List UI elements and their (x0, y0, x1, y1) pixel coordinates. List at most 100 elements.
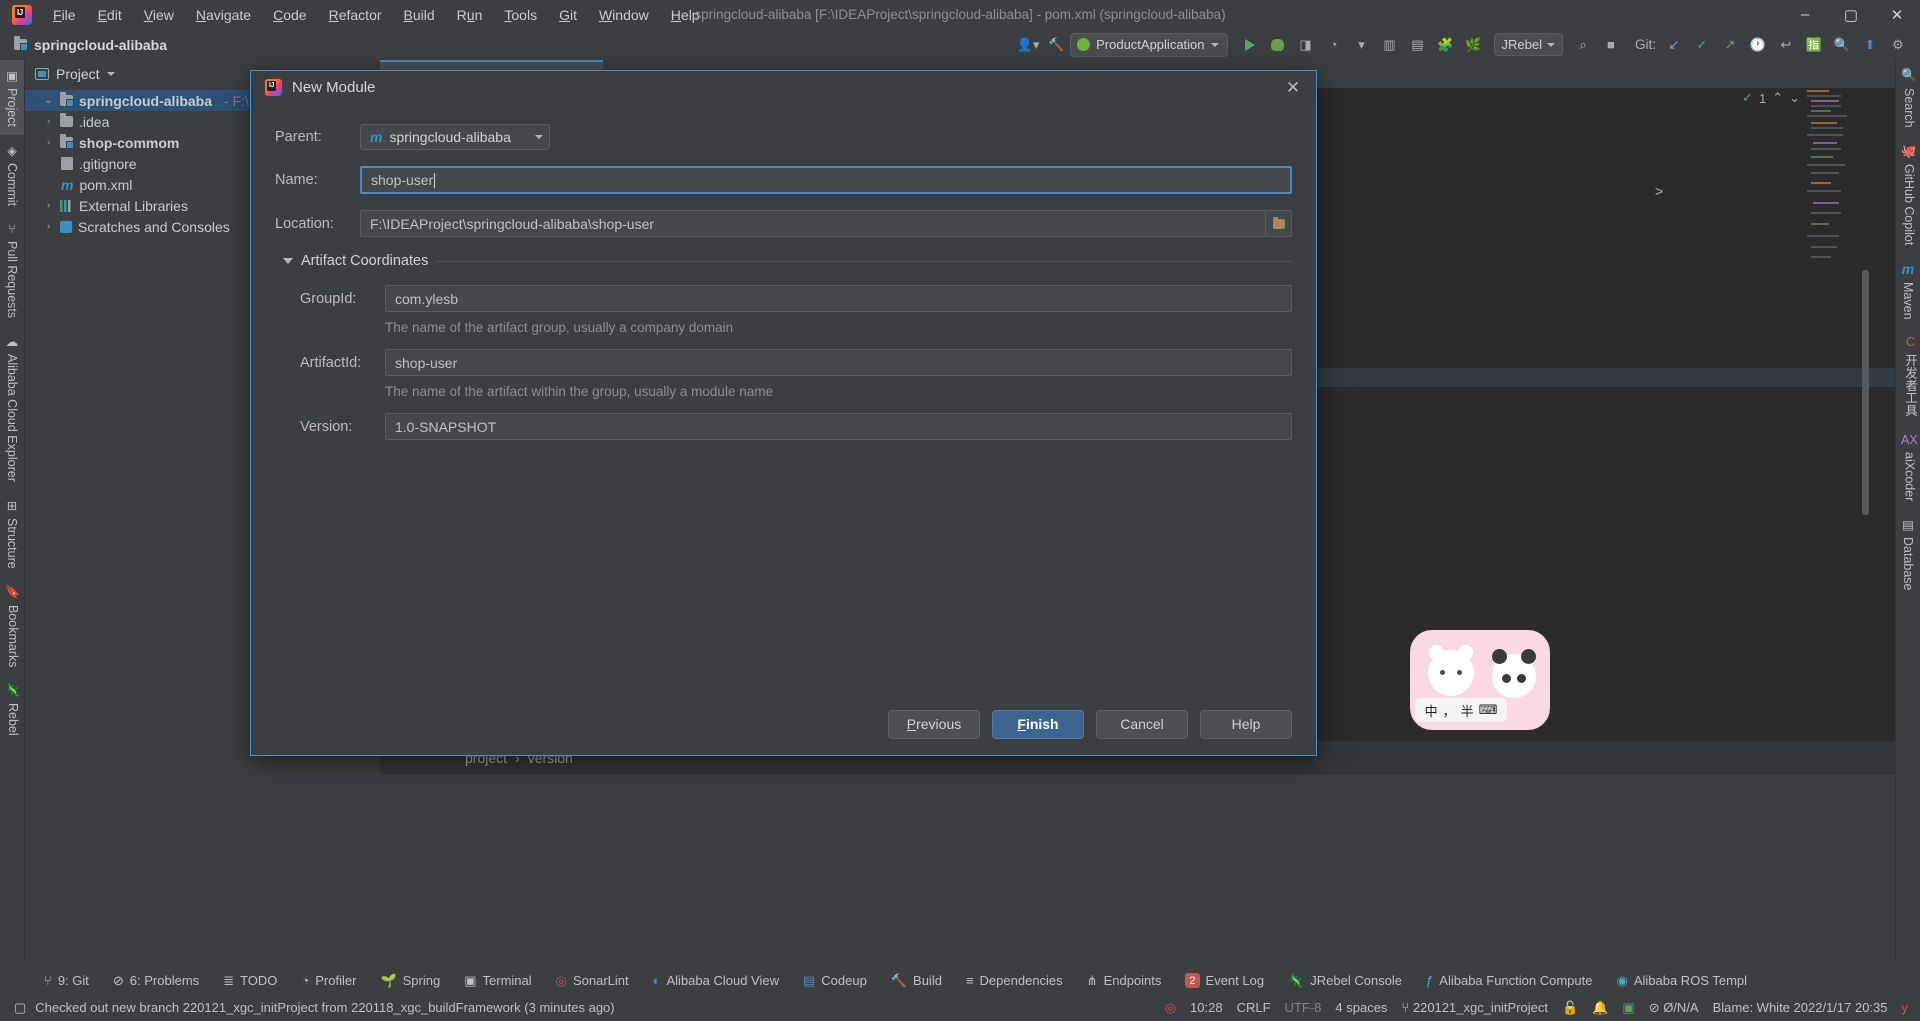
tool-window-codeup[interactable]: ▤ Codeup (791, 967, 879, 994)
artifact-coordinates-section[interactable]: Artifact Coordinates (283, 253, 1292, 269)
analysis-widget[interactable]: ⊘ Ø/N/A (1649, 1000, 1699, 1016)
menu-item-window[interactable]: Window (588, 3, 660, 27)
sidebar-item-aixcoder[interactable]: AX aiXcoder (1896, 425, 1920, 509)
blame-widget[interactable]: Blame: White 2022/1/17 20:35 (1713, 1000, 1888, 1015)
triangle-down-icon[interactable] (283, 258, 293, 264)
name-input[interactable]: shop-user (360, 166, 1292, 194)
cancel-button[interactable]: Cancel (1096, 709, 1188, 739)
line-separator-widget[interactable]: CRLF (1237, 1000, 1271, 1015)
menu-item-refactor[interactable]: Refactor (318, 3, 393, 27)
expand-arrow-icon[interactable]: › (43, 116, 54, 127)
artifactid-input[interactable]: shop-user (385, 349, 1292, 376)
search-everywhere-dim-icon[interactable]: ⌕ (1569, 32, 1597, 58)
user-avatar-icon[interactable]: 👤▾ (1014, 32, 1042, 58)
run-dashboard-button[interactable]: ◔ (1320, 32, 1348, 58)
code-minimap[interactable] (1803, 90, 1851, 265)
tool-window-todo[interactable]: ≣ TODO (211, 967, 289, 994)
menu-item-file[interactable]: File (42, 3, 87, 27)
database-icon[interactable]: ▥ (1376, 32, 1404, 58)
sidebar-item-bookmarks[interactable]: 🔖 Bookmarks (0, 577, 26, 676)
sidebar-item-github-copilot[interactable]: 🐙 GitHub Copilot (1896, 136, 1920, 253)
hammer-build-icon[interactable]: 🔨 (1042, 32, 1070, 58)
search-icon[interactable]: 🔍 (1828, 32, 1856, 58)
run-button[interactable] (1236, 32, 1264, 58)
menu-item-run[interactable]: Run (446, 3, 494, 27)
help-button[interactable]: Help (1200, 709, 1292, 739)
expand-arrow-icon[interactable]: › (43, 221, 54, 232)
menu-item-edit[interactable]: Edit (87, 3, 133, 27)
upload-icon[interactable]: ⬆ (1856, 32, 1884, 58)
chevron-down-icon[interactable] (106, 71, 115, 76)
calendar-icon[interactable]: ▤ (1404, 32, 1432, 58)
expand-arrow-icon[interactable]: › (43, 200, 54, 211)
tool-window-sonarlint[interactable]: ◎ SonarLint (544, 967, 641, 994)
dialog-close-button[interactable]: ✕ (1280, 75, 1306, 101)
notification-icon[interactable]: 🔔 (1592, 1000, 1608, 1016)
editor-scrollbar[interactable] (1862, 270, 1869, 515)
sidebar-item-alibaba-cloud-explorer[interactable]: ☁ Alibaba Cloud Explorer (0, 326, 24, 490)
git-update-icon[interactable]: ↙ (1660, 32, 1688, 58)
groupid-input[interactable]: com.ylesb (385, 285, 1292, 312)
tool-window-alibaba-cloud-view[interactable]: ◐ Alibaba Cloud View (641, 967, 791, 994)
indent-widget[interactable]: 4 spaces (1335, 1000, 1387, 1015)
terminal-status-icon[interactable]: ▣ (1622, 1000, 1634, 1016)
sidebar-item-structure[interactable]: ⊞ Structure (0, 490, 24, 577)
run-with-coverage-button[interactable]: ◨ (1292, 32, 1320, 58)
finish-button[interactable]: Finish (992, 709, 1084, 739)
tool-window-alibaba-function-compute[interactable]: ƒ Alibaba Function Compute (1414, 967, 1604, 994)
yandex-icon[interactable]: у (1902, 1000, 1909, 1015)
lock-icon[interactable]: 🔓 (1562, 1000, 1578, 1016)
sidebar-item-commit[interactable]: ◈ Commit (0, 135, 24, 214)
tool-window-build[interactable]: 🔨 Build (879, 967, 954, 994)
ime-indicator[interactable]: 中 ， 半 ⌨ (1415, 698, 1507, 722)
translate-icon[interactable]: 🈯 (1800, 32, 1828, 58)
sidebar-item-dev-tools[interactable]: C 开发者工具 (1896, 327, 1920, 425)
tool-window-event-log[interactable]: 2 Event Log (1173, 967, 1276, 994)
menu-item-build[interactable]: Build (393, 3, 446, 27)
chevron-down-icon[interactable]: ▾ (1348, 32, 1376, 58)
tool-window-jrebel-console[interactable]: 🦎 JRebel Console (1276, 967, 1414, 994)
settings-gear-icon[interactable]: ⚙ (1884, 32, 1912, 58)
branch-widget[interactable]: ⑂ 220121_xgc_initProject (1401, 1000, 1548, 1015)
menu-item-code[interactable]: Code (262, 3, 317, 27)
plugin-icon[interactable]: 🧩 (1432, 32, 1460, 58)
expand-arrow-icon[interactable]: › (43, 137, 54, 148)
jrebel-selector[interactable]: JRebel (1493, 33, 1563, 56)
tool-window-terminal[interactable]: ▣ Terminal (452, 967, 543, 994)
parent-combobox[interactable]: m springcloud-alibaba (360, 124, 550, 150)
sidebar-item-maven[interactable]: m Maven (1896, 253, 1920, 328)
menu-item-git[interactable]: Git (548, 3, 588, 27)
sidebar-item-search[interactable]: 🔍 Search (1896, 60, 1920, 136)
sidebar-item-pull-requests[interactable]: ⑂ Pull Requests (0, 214, 24, 326)
git-commit-icon[interactable]: ✓ (1688, 32, 1716, 58)
run-configuration-selector[interactable]: ProductApplication (1070, 32, 1228, 57)
debug-button[interactable] (1264, 32, 1292, 58)
sidebar-item-rebel[interactable]: 🦎 Rebel (0, 675, 26, 744)
expand-arrow-icon[interactable]: ⌄ (43, 95, 54, 106)
location-input[interactable]: F:\IDEAProject\springcloud-alibaba\shop-… (360, 210, 1266, 237)
code-fold-marker[interactable]: > (1655, 183, 1663, 199)
minimize-button[interactable]: – (1782, 0, 1828, 29)
menu-item-tools[interactable]: Tools (493, 3, 548, 27)
tool-window-git[interactable]: ⑂ 9: Git (32, 967, 101, 994)
sidebar-item-database[interactable]: ▤ Database (1896, 509, 1920, 599)
sidebar-item-project[interactable]: ▣ Project (0, 60, 24, 135)
menu-item-view[interactable]: View (133, 3, 185, 27)
tool-window-endpoints[interactable]: ⋔ Endpoints (1075, 967, 1174, 994)
git-push-icon[interactable]: ↗ (1716, 32, 1744, 58)
menu-item-navigate[interactable]: Navigate (185, 3, 262, 27)
tool-window-spring[interactable]: 🌱 Spring (368, 967, 452, 994)
stop-button[interactable]: ■ (1597, 32, 1625, 58)
history-icon[interactable]: 🕐 (1744, 32, 1772, 58)
status-message-area[interactable]: ▢ Checked out new branch 220121_xgc_init… (0, 1000, 615, 1016)
browse-location-button[interactable] (1266, 210, 1292, 237)
leaf-icon[interactable]: 🌿 (1460, 32, 1488, 58)
tool-window-problems[interactable]: ⊘ 6: Problems (101, 967, 211, 994)
maximize-button[interactable]: ▢ (1828, 0, 1874, 29)
encoding-widget[interactable]: UTF-8 (1285, 1000, 1322, 1015)
undo-icon[interactable]: ↩ (1772, 32, 1800, 58)
menu-item-help[interactable]: Help (660, 3, 711, 27)
sonarlint-status-icon[interactable]: ◎ (1165, 1000, 1176, 1016)
tool-window-profiler[interactable]: ◔ Profiler (289, 967, 368, 994)
previous-button[interactable]: Previous (888, 709, 980, 739)
